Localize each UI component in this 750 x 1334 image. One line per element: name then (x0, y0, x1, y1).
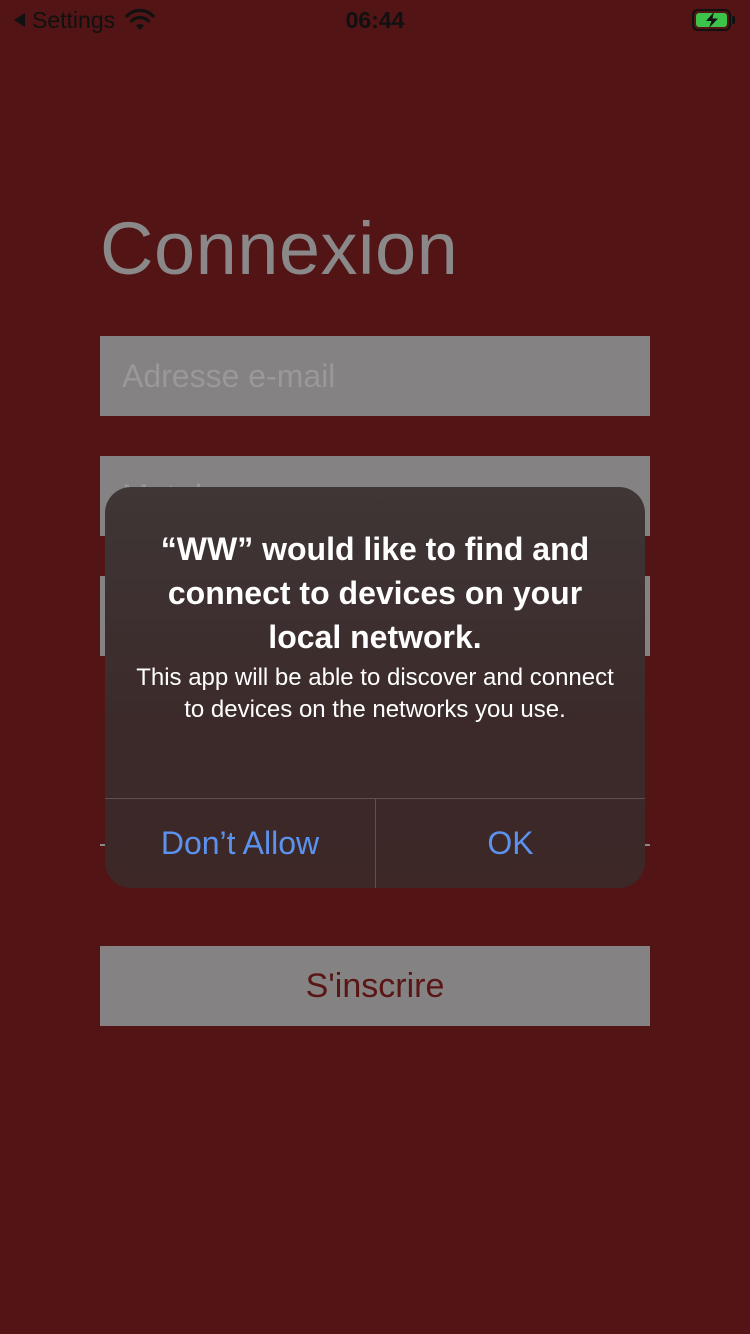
local-network-permission-alert: “WW” would like to find and connect to d… (105, 487, 645, 888)
status-time: 06:44 (345, 7, 405, 33)
dont-allow-button[interactable]: Don’t Allow (105, 799, 375, 888)
ok-button[interactable]: OK (376, 799, 645, 888)
alert-message: This app will be able to discover and co… (136, 664, 614, 723)
alert-title: “WW” would like to find and connect to d… (160, 531, 590, 655)
email-input[interactable] (100, 336, 650, 416)
status-bar: Settings 06:44 (0, 0, 750, 40)
email-field[interactable] (100, 336, 650, 416)
battery-charging-icon (692, 9, 735, 31)
page-title: Connexion (100, 207, 459, 290)
register-button[interactable]: S'inscrire (100, 946, 650, 1026)
